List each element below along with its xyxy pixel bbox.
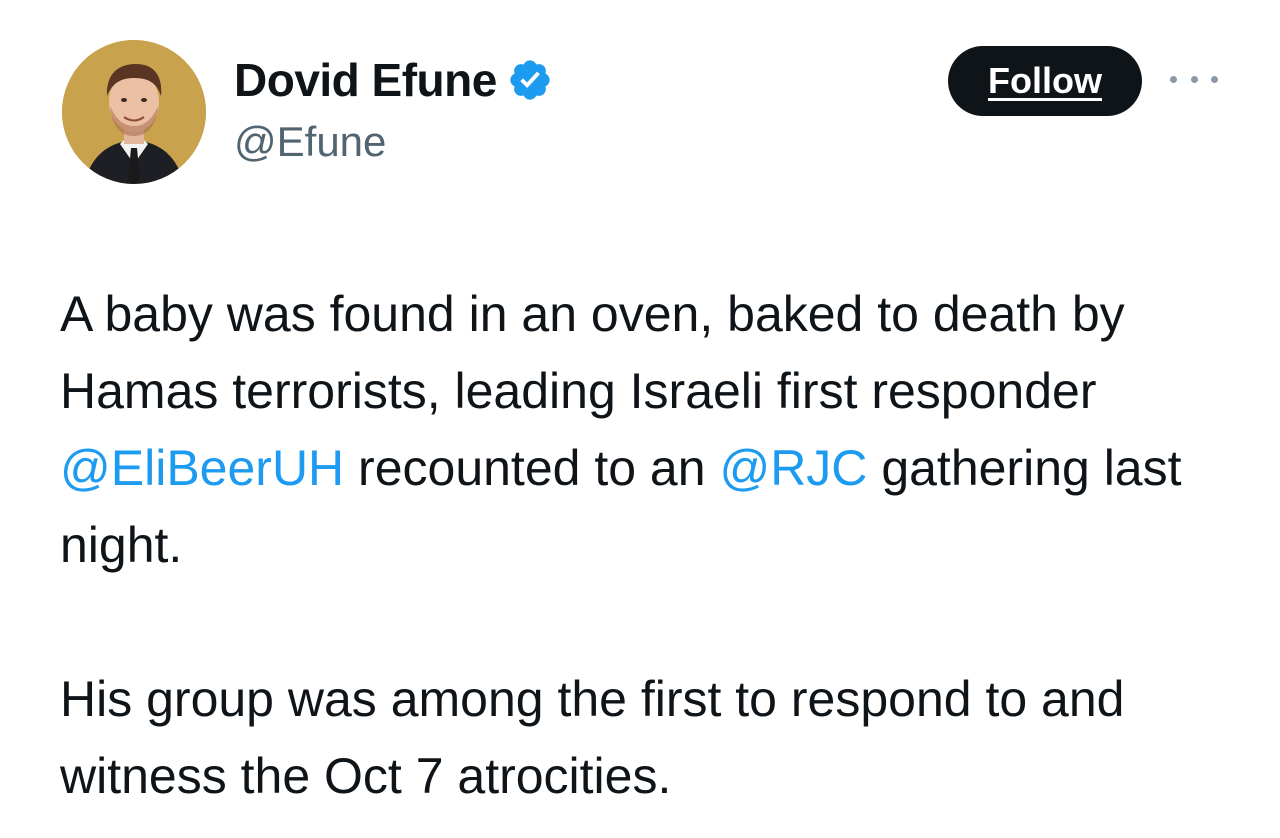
tweet-text: A baby was found in an oven, baked to de… (60, 276, 1250, 815)
tweet-text-part: recounted to an (344, 440, 720, 496)
author-handle[interactable]: @Efune (234, 118, 386, 166)
more-dot (1211, 75, 1218, 83)
follow-button[interactable]: Follow (948, 46, 1142, 116)
tweet-text-part: A baby was found in an oven, baked to de… (60, 286, 1125, 419)
tweet-card: Dovid Efune @Efune Follow A baby was fou… (0, 0, 1280, 838)
author-name-row: Dovid Efune (234, 52, 553, 108)
tweet-paragraph: His group was among the first to respond… (60, 671, 1125, 804)
avatar-photo (62, 40, 206, 184)
author-avatar[interactable] (62, 40, 206, 184)
tweet-paragraph: A baby was found in an oven, baked to de… (60, 276, 1250, 584)
verified-badge-icon[interactable] (507, 57, 553, 103)
mention-link[interactable]: @RJC (719, 440, 867, 496)
author-name[interactable]: Dovid Efune (234, 53, 497, 107)
more-dot (1170, 75, 1177, 83)
more-options-icon[interactable] (1170, 66, 1218, 92)
more-dot (1190, 75, 1198, 83)
mention-link[interactable]: @EliBeerUH (60, 440, 344, 496)
